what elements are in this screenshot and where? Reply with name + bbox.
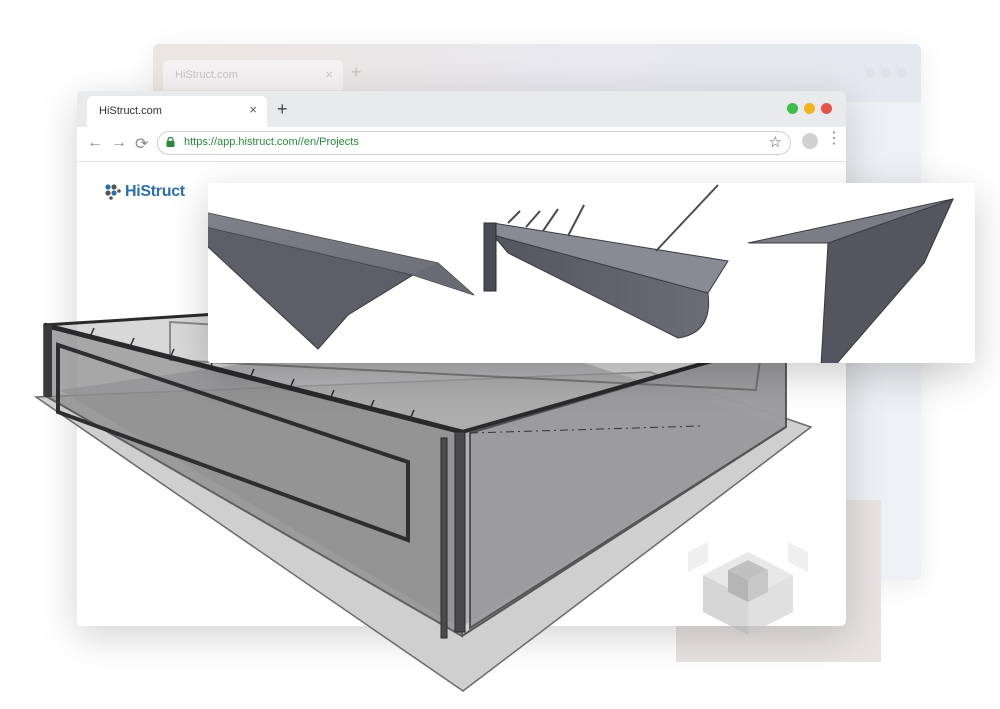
window-controls: [787, 103, 832, 114]
new-tab-button[interactable]: +: [277, 99, 288, 120]
minimize-button[interactable]: [787, 103, 798, 114]
maximize-button[interactable]: [804, 103, 815, 114]
close-window-button[interactable]: [821, 103, 832, 114]
background-control-dot: [865, 68, 875, 78]
3d-view-cube-icon[interactable]: [683, 540, 813, 640]
background-new-tab-icon: +: [351, 62, 362, 82]
background-tab-title: HiStruct.com: [175, 69, 238, 81]
background-control-dot: [897, 68, 907, 78]
lock-icon: [166, 137, 175, 147]
gutter-with-downpipe-icon: [483, 184, 729, 339]
reload-button[interactable]: ⟳: [135, 134, 148, 154]
address-bar[interactable]: https://app.histruct.com//en/Projects ☆: [157, 131, 791, 155]
bookmark-star-icon[interactable]: ☆: [769, 133, 782, 151]
tab-close-icon[interactable]: ×: [249, 102, 257, 117]
background-tab: HiStruct.com ×: [163, 60, 343, 90]
profile-avatar[interactable]: [802, 133, 818, 149]
background-tab-close-icon: ×: [325, 67, 333, 82]
ridge-flashing-icon: [178, 212, 475, 350]
tab-bar: HiStruct.com × +: [77, 91, 846, 127]
browser-menu-icon[interactable]: ⋮: [826, 131, 842, 147]
tab-title: HiStruct.com: [99, 105, 162, 117]
background-window-controls: [865, 68, 907, 78]
forward-button[interactable]: →: [111, 134, 127, 152]
browser-toolbar: ← → ⟳ https://app.histruct.com//en/Proje…: [77, 127, 846, 162]
browser-tab[interactable]: HiStruct.com ×: [87, 96, 267, 127]
histruct-logo-mark-icon: [105, 184, 121, 200]
corner-flashing-icon: [747, 198, 954, 385]
background-control-dot: [881, 68, 891, 78]
url-text: https://app.histruct.com//en/Projects: [184, 136, 359, 148]
logo-text: HiStruct: [125, 183, 185, 200]
sheet-metal-products-card: [178, 183, 975, 385]
back-button[interactable]: ←: [87, 134, 103, 152]
histruct-logo[interactable]: HiStruct: [105, 183, 185, 201]
product-profiles: [178, 184, 954, 385]
